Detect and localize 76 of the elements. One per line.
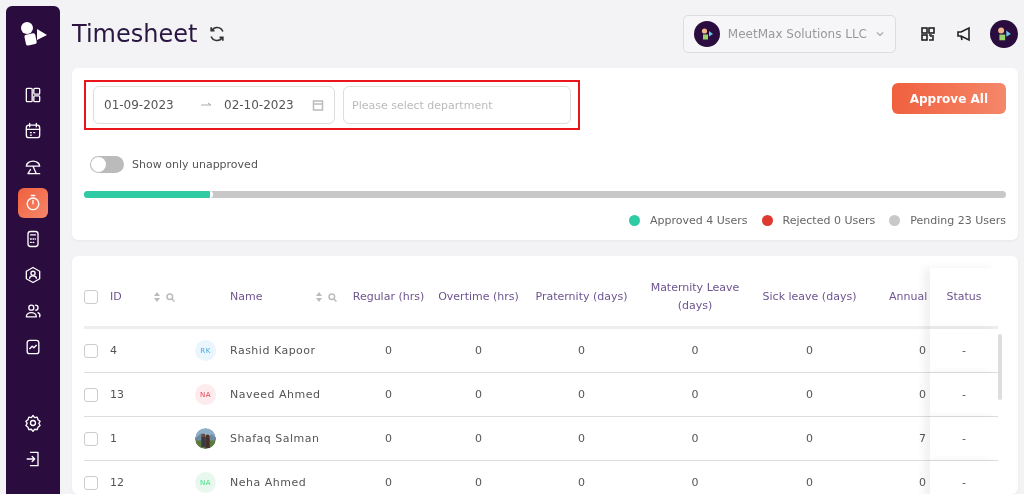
approve-all-button[interactable]: Approve All [891, 83, 1006, 114]
company-name: MeetMax Solutions LLC [727, 27, 867, 41]
company-logo-icon [699, 27, 714, 41]
table-cell: 12 [110, 476, 124, 489]
settings-icon [23, 413, 43, 433]
department-select[interactable]: Please select department [343, 86, 571, 124]
column-header: Sick leave (days) [762, 289, 857, 306]
table-cell: 0 [691, 344, 699, 357]
table-cell: 0 [475, 388, 482, 401]
checkbox[interactable] [84, 290, 98, 304]
column-header: Maternity Leave (days) [649, 280, 741, 314]
column-header: Name [230, 289, 263, 306]
table-cell: - [962, 432, 966, 445]
column-header: Annual [889, 289, 928, 306]
column-header: Praternity (days) [535, 289, 628, 306]
table-cell: 0 [691, 388, 699, 401]
row-checkbox[interactable] [84, 387, 98, 402]
table-cell: 0 [806, 344, 813, 357]
calendar-icon [23, 121, 43, 141]
calendar-icon [312, 99, 324, 111]
table-cell: - [962, 476, 966, 489]
toggle-switch[interactable] [90, 156, 124, 173]
table-cell: - [962, 344, 966, 357]
table-cell: 0 [578, 388, 585, 401]
toggle-label: Show only unapproved [132, 158, 258, 171]
table-cell: 0 [806, 388, 813, 401]
qr-code-icon[interactable] [920, 26, 936, 42]
dashboard-icon [23, 85, 43, 105]
company-select[interactable]: MeetMax Solutions LLC [682, 15, 896, 53]
column-header: Overtime (hrs) [438, 289, 519, 306]
table-cell: 0 [806, 432, 813, 445]
page-title: Timesheet [72, 20, 198, 48]
table-cell: 0 [475, 432, 482, 445]
arrow-icon [200, 101, 212, 109]
scrollbar[interactable] [998, 334, 1002, 400]
table-cell: 0 [691, 476, 699, 489]
table-cell: 0 [475, 476, 482, 489]
table-cell: 0 [919, 388, 926, 401]
caret-icon [875, 29, 885, 39]
legend-label: Pending 23 Users [910, 214, 1006, 227]
megaphone-icon[interactable] [956, 26, 972, 42]
table-cell: Shafaq Salman [230, 432, 320, 445]
table-cell: 0 [385, 476, 392, 489]
table-cell: 0 [806, 476, 813, 489]
column-header: Regular (hrs) [352, 289, 425, 306]
table-cell: 0 [578, 344, 585, 357]
table-cell: Naveed Ahmed [230, 388, 321, 401]
table-cell: 0 [578, 432, 585, 445]
table-cell: 0 [385, 432, 392, 445]
date-range-field[interactable]: 01-09-2023 02-10-2023 [93, 86, 335, 124]
sidebar-item[interactable] [18, 188, 48, 218]
legend-label: Rejected 0 Users [782, 214, 876, 227]
table-cell: 7 [919, 432, 926, 445]
table-cell: Rashid Kapoor [230, 344, 316, 357]
table-cell: 13 [110, 388, 124, 401]
legend-label: Approved 4 Users [650, 214, 748, 227]
row-checkbox[interactable] [84, 343, 98, 358]
user-badge-icon [23, 265, 43, 285]
table-cell: 0 [691, 432, 699, 445]
end-date: 02-10-2023 [224, 98, 294, 112]
table-cell: 1 [110, 432, 117, 445]
table-cell: 4 [110, 344, 117, 357]
column-header: Status [946, 289, 982, 306]
table-cell: 0 [578, 476, 585, 489]
start-date: 01-09-2023 [104, 98, 175, 112]
column-header: ID [110, 289, 122, 306]
user-avatar[interactable] [990, 20, 1018, 48]
row-checkbox[interactable] [84, 431, 98, 446]
table-cell: 0 [385, 344, 392, 357]
table-cell: 0 [919, 476, 926, 489]
table-cell: - [962, 388, 966, 401]
table-cell: 0 [385, 388, 392, 401]
table-cell: Neha Ahmed [230, 476, 307, 489]
table-cell: 0 [919, 344, 926, 357]
table-cell: 0 [475, 344, 482, 357]
row-checkbox[interactable] [84, 475, 98, 490]
